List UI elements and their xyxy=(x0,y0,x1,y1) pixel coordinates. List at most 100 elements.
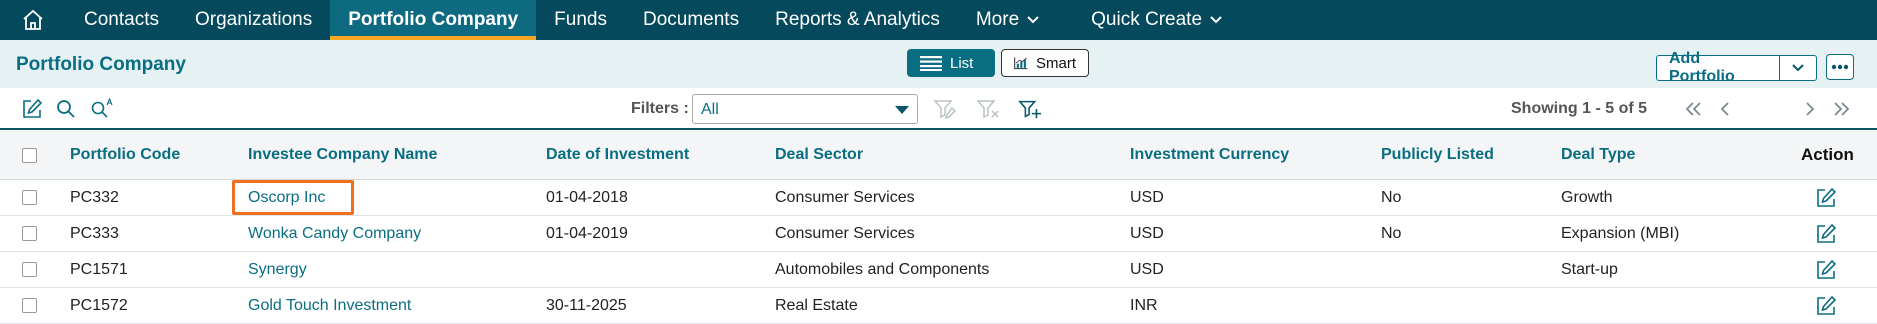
column-header[interactable]: Date of Investment xyxy=(546,131,689,179)
edit-list-button[interactable] xyxy=(20,98,44,120)
nav-documents[interactable]: Documents xyxy=(625,0,757,40)
portfolio-code: PC332 xyxy=(70,188,119,206)
table-row: PC332 Oscorp Inc 01-04-2018 Consumer Ser… xyxy=(0,180,1877,216)
column-header-action: Action xyxy=(1801,145,1854,164)
next-page-button[interactable] xyxy=(1799,98,1821,120)
double-chevron-right-icon xyxy=(1834,102,1850,116)
portfolio-code: PC1572 xyxy=(70,296,128,314)
deal-type: Growth xyxy=(1561,188,1613,206)
top-navigation: Contacts Organizations Portfolio Company… xyxy=(0,0,1877,40)
add-portfolio-button[interactable]: Add Portfolio xyxy=(1657,50,1780,85)
filters-label: Filters : xyxy=(631,100,689,117)
double-chevron-left-icon xyxy=(1685,102,1701,116)
filter-clear-icon xyxy=(976,100,999,119)
filter-select[interactable]: All xyxy=(692,94,918,124)
last-page-button[interactable] xyxy=(1830,98,1852,120)
nav-funds[interactable]: Funds xyxy=(536,0,625,40)
filter-add-icon xyxy=(1018,100,1042,119)
investment-currency: USD xyxy=(1130,224,1164,242)
date-of-investment: 01-04-2019 xyxy=(546,224,628,242)
row-edit-button[interactable] xyxy=(1815,180,1837,215)
clear-filter-button[interactable] xyxy=(976,98,1000,120)
chevron-right-icon xyxy=(1806,102,1815,116)
add-filter-button[interactable] xyxy=(1018,98,1042,120)
add-portfolio-dropdown[interactable] xyxy=(1780,56,1816,80)
add-portfolio-group: Add Portfolio xyxy=(1656,50,1817,85)
home-button[interactable] xyxy=(0,0,66,40)
select-all-checkbox-cell xyxy=(22,131,37,179)
table-row: PC333 Wonka Candy Company 01-04-2019 Con… xyxy=(0,216,1877,252)
column-header[interactable]: Investment Currency xyxy=(1130,131,1289,179)
row-checkbox[interactable] xyxy=(22,262,37,277)
row-checkbox[interactable] xyxy=(22,298,37,313)
investment-currency: INR xyxy=(1130,296,1158,314)
edit-icon xyxy=(1817,295,1837,315)
table-row: PC1572 Gold Touch Investment 30-11-2025 … xyxy=(0,288,1877,324)
chevron-down-icon xyxy=(1027,16,1039,24)
caret-down-icon xyxy=(895,106,909,114)
row-edit-button[interactable] xyxy=(1815,288,1837,323)
filter-edit-icon xyxy=(933,100,957,120)
column-header[interactable]: Deal Sector xyxy=(775,131,863,179)
company-name-link[interactable]: Synergy xyxy=(248,252,307,287)
column-header[interactable]: Publicly Listed xyxy=(1381,131,1494,179)
pagination-status: Showing 1 - 5 of 5 xyxy=(1511,100,1648,117)
table-header: Portfolio Code Investee Company Name Dat… xyxy=(0,131,1877,180)
home-icon xyxy=(23,9,43,30)
nav-reports-analytics[interactable]: Reports & Analytics xyxy=(757,0,958,40)
company-name-link[interactable]: Gold Touch Investment xyxy=(248,288,411,323)
chevron-down-icon xyxy=(1792,64,1804,72)
edit-filter-button[interactable] xyxy=(933,98,957,120)
column-header[interactable]: Investee Company Name xyxy=(248,131,437,179)
advanced-search-icon xyxy=(91,98,113,118)
date-of-investment: 01-04-2018 xyxy=(546,188,628,206)
deal-sector: Real Estate xyxy=(775,296,858,314)
deal-sector: Consumer Services xyxy=(775,188,915,206)
nav-quick-create[interactable]: Quick Create xyxy=(1073,0,1240,40)
row-edit-button[interactable] xyxy=(1815,252,1837,287)
publicly-listed: No xyxy=(1381,188,1402,206)
edit-icon xyxy=(1817,223,1837,243)
select-all-checkbox[interactable] xyxy=(22,147,37,163)
publicly-listed: No xyxy=(1381,224,1402,242)
portfolio-code: PC1571 xyxy=(70,260,128,278)
column-header[interactable]: Deal Type xyxy=(1561,131,1635,179)
deal-sector: Consumer Services xyxy=(775,224,915,242)
company-name-link[interactable]: Wonka Candy Company xyxy=(248,216,421,251)
nav-organizations[interactable]: Organizations xyxy=(177,0,330,40)
first-page-button[interactable] xyxy=(1683,98,1705,120)
ellipsis-icon xyxy=(1831,64,1849,70)
edit-icon xyxy=(1817,187,1837,207)
row-edit-button[interactable] xyxy=(1815,216,1837,251)
company-name-link[interactable]: Oscorp Inc xyxy=(248,180,325,215)
smart-view-button[interactable]: Smart xyxy=(1001,49,1089,77)
portfolio-code: PC333 xyxy=(70,224,119,242)
edit-icon xyxy=(1817,259,1837,279)
nav-more[interactable]: More xyxy=(958,0,1057,40)
edit-icon xyxy=(23,98,43,118)
row-checkbox[interactable] xyxy=(22,190,37,205)
previous-page-button[interactable] xyxy=(1714,98,1736,120)
table-row: PC1571 Synergy Automobiles and Component… xyxy=(0,252,1877,288)
view-toggle: List Smart xyxy=(907,49,1089,77)
date-of-investment: 30-11-2025 xyxy=(546,296,627,314)
more-options-button[interactable] xyxy=(1826,54,1854,80)
search-icon xyxy=(57,100,75,118)
advanced-search-button[interactable] xyxy=(90,98,114,120)
chart-icon xyxy=(1014,57,1028,70)
list-view-button[interactable]: List xyxy=(907,49,995,77)
chevron-down-icon xyxy=(1210,16,1222,24)
row-checkbox[interactable] xyxy=(22,226,37,241)
deal-type: Start-up xyxy=(1561,260,1618,278)
investment-currency: USD xyxy=(1130,188,1164,206)
nav-contacts[interactable]: Contacts xyxy=(66,0,177,40)
nav-portfolio-company[interactable]: Portfolio Company xyxy=(330,0,537,40)
list-toolbar: Filters : All Showing 1 - 5 of 5 xyxy=(0,88,1877,130)
search-button[interactable] xyxy=(54,98,78,120)
list-icon xyxy=(920,56,942,71)
page-header: Portfolio Company List Smart Add Portfol… xyxy=(0,40,1877,88)
deal-type: Expansion (MBI) xyxy=(1561,224,1680,242)
column-header[interactable]: Portfolio Code xyxy=(70,131,180,179)
portfolio-table: Portfolio Code Investee Company Name Dat… xyxy=(0,131,1877,324)
investment-currency: USD xyxy=(1130,260,1164,278)
